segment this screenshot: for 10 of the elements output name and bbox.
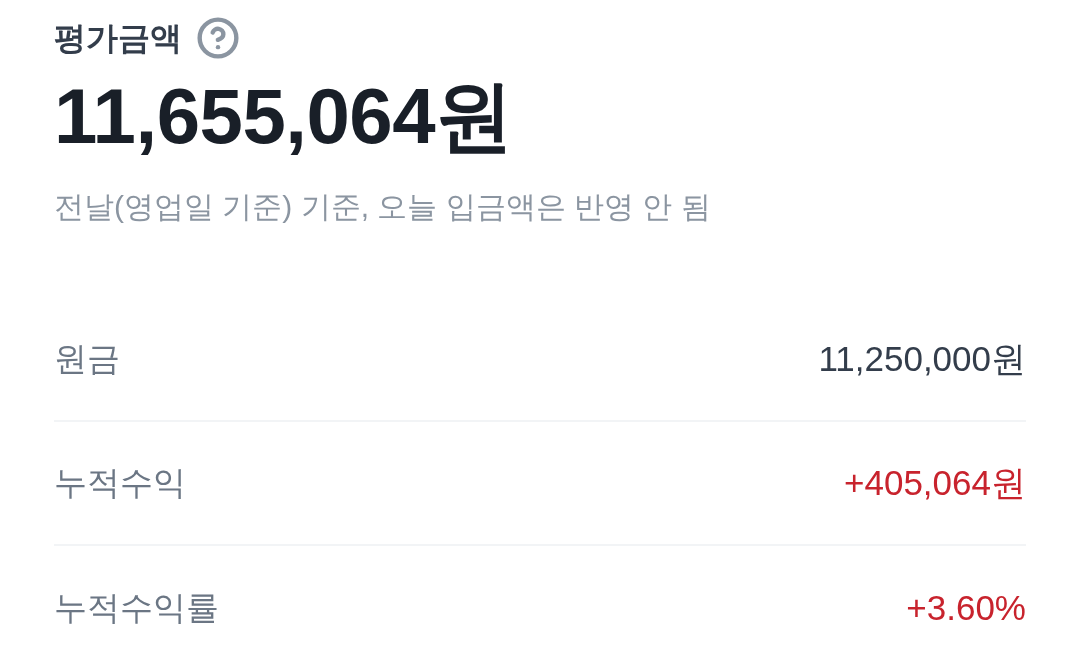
row-label: 누적수익: [54, 463, 186, 503]
row-label: 누적수익률: [54, 588, 219, 628]
row-value: 11,250,000원: [818, 338, 1026, 380]
section-title: 평가금액: [54, 19, 182, 58]
row-value: +405,064원: [844, 462, 1026, 504]
help-icon[interactable]: [196, 16, 240, 60]
note-text: 전날(영업일 기준) 기준, 오늘 입금액은 반영 안 됨: [54, 190, 711, 223]
row-label: 원금: [54, 339, 120, 379]
total-amount: 11,655,064원: [54, 72, 513, 160]
row-value: +3.60%: [906, 587, 1026, 629]
